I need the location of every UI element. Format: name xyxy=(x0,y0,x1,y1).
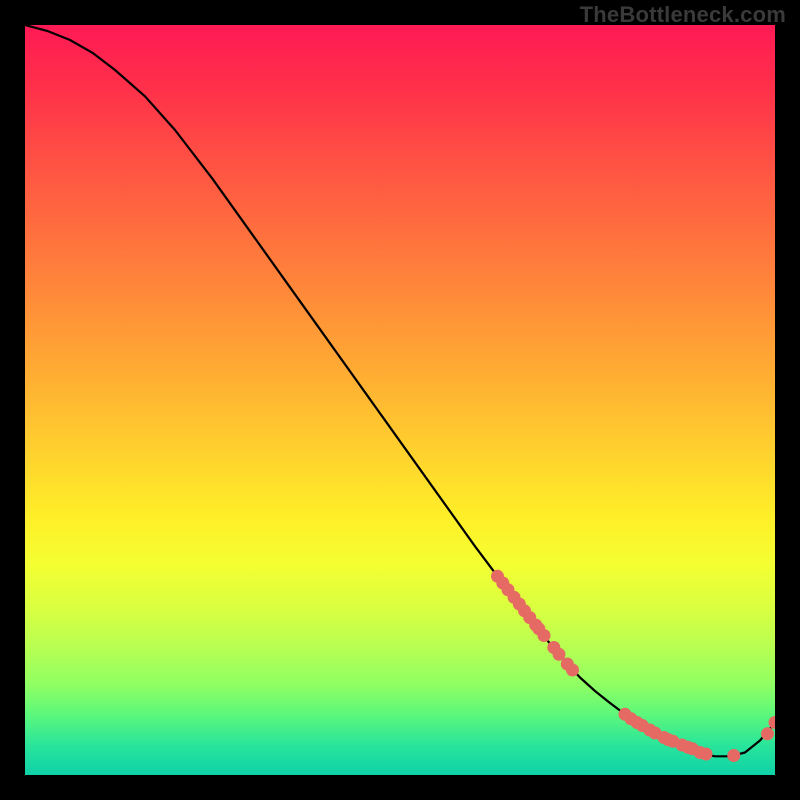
chart-dot xyxy=(761,727,774,740)
chart-dot xyxy=(538,629,551,642)
chart-overlay-svg xyxy=(25,25,775,775)
chart-dot xyxy=(700,748,713,761)
chart-dot xyxy=(566,664,579,677)
chart-dot xyxy=(727,749,740,762)
chart-dot xyxy=(769,716,776,729)
chart-line xyxy=(25,25,775,756)
attribution-label: TheBottleneck.com xyxy=(580,2,786,28)
chart-dots-group xyxy=(491,570,775,762)
chart-stage: TheBottleneck.com xyxy=(0,0,800,800)
chart-plot-area xyxy=(25,25,775,775)
